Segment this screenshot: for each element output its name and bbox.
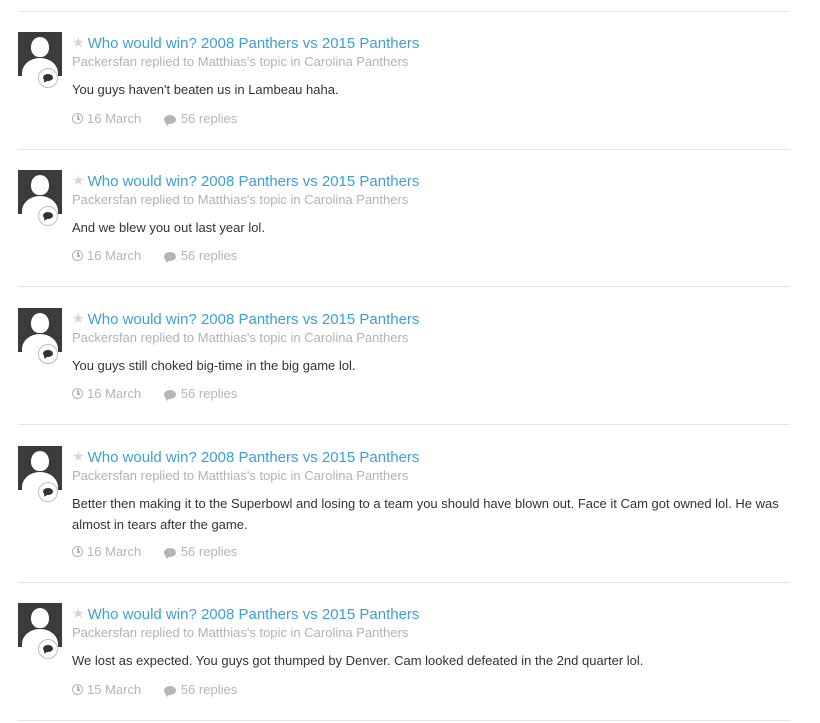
post-date: 15 March: [72, 682, 141, 697]
post-date: 16 March: [72, 544, 141, 559]
post-snippet: And we blew you out last year lol.: [72, 220, 265, 235]
entry-divider: [18, 424, 790, 425]
star-icon[interactable]: ★: [72, 310, 85, 326]
post-snippet: You guys still choked big-time in the bi…: [72, 358, 356, 373]
activity-item: ★ Who would win? 2008 Panthers vs 2015 Pa…: [18, 308, 790, 416]
reply-count[interactable]: 56 replies: [163, 111, 237, 126]
post-date: 16 March: [72, 111, 141, 126]
reply-count[interactable]: 56 replies: [163, 386, 237, 401]
activity-item: ★ Who would win? 2008 Panthers vs 2015 Pa…: [18, 32, 790, 140]
post-snippet: Better then making it to the Superbowl a…: [72, 496, 779, 532]
entry-divider: [18, 149, 790, 150]
comment-icon: [163, 548, 176, 559]
post-stats: 16 March 56 replies: [72, 248, 256, 263]
activity-meta: Packersfan replied to Matthias's topic i…: [72, 330, 409, 345]
comment-icon: [163, 252, 176, 263]
speech-bubble-icon: [38, 206, 58, 226]
activity-item: ★ Who would win? 2008 Panthers vs 2015 Pa…: [18, 603, 790, 711]
top-divider: [18, 11, 790, 12]
reply-count[interactable]: 56 replies: [163, 682, 237, 697]
clock-icon: [72, 113, 83, 124]
avatar[interactable]: [18, 170, 62, 214]
speech-bubble-icon: [38, 68, 58, 88]
clock-icon: [72, 388, 83, 399]
topic-title-link[interactable]: Who would win? 2008 Panthers vs 2015 Pan…: [88, 311, 420, 328]
entry-divider: [18, 582, 790, 583]
star-icon[interactable]: ★: [72, 34, 85, 50]
avatar[interactable]: [18, 446, 62, 490]
avatar[interactable]: [18, 32, 62, 76]
activity-item: ★ Who would win? 2008 Panthers vs 2015 Pa…: [18, 446, 790, 574]
post-stats: 15 March 56 replies: [72, 682, 256, 697]
speech-bubble-icon: [38, 639, 58, 659]
avatar[interactable]: [18, 308, 62, 352]
clock-icon: [72, 684, 83, 695]
post-stats: 16 March 56 replies: [72, 386, 256, 401]
post-date: 16 March: [72, 248, 141, 263]
avatar[interactable]: [18, 603, 62, 647]
post-snippet: You guys haven't beaten us in Lambeau ha…: [72, 82, 339, 97]
reply-count[interactable]: 56 replies: [163, 248, 237, 263]
topic-title-link[interactable]: Who would win? 2008 Panthers vs 2015 Pan…: [88, 449, 420, 466]
topic-title-link[interactable]: Who would win? 2008 Panthers vs 2015 Pan…: [88, 173, 420, 190]
clock-icon: [72, 546, 83, 557]
comment-icon: [163, 686, 176, 697]
reply-count[interactable]: 56 replies: [163, 544, 237, 559]
activity-meta: Packersfan replied to Matthias's topic i…: [72, 192, 409, 207]
comment-icon: [163, 390, 176, 401]
post-stats: 16 March 56 replies: [72, 544, 256, 559]
activity-meta: Packersfan replied to Matthias's topic i…: [72, 468, 409, 483]
post-stats: 16 March 56 replies: [72, 111, 256, 126]
activity-meta: Packersfan replied to Matthias's topic i…: [72, 54, 409, 69]
post-snippet: We lost as expected. You guys got thumpe…: [72, 653, 644, 668]
clock-icon: [72, 250, 83, 261]
activity-meta: Packersfan replied to Matthias's topic i…: [72, 625, 409, 640]
post-date: 16 March: [72, 386, 141, 401]
speech-bubble-icon: [38, 344, 58, 364]
activity-item: ★ Who would win? 2008 Panthers vs 2015 Pa…: [18, 170, 790, 278]
speech-bubble-icon: [38, 482, 58, 502]
topic-title-link[interactable]: Who would win? 2008 Panthers vs 2015 Pan…: [88, 606, 420, 623]
entry-divider: [18, 286, 790, 287]
entry-divider: [18, 720, 790, 721]
topic-title-link[interactable]: Who would win? 2008 Panthers vs 2015 Pan…: [88, 35, 420, 52]
star-icon[interactable]: ★: [72, 448, 85, 464]
comment-icon: [163, 115, 176, 126]
star-icon[interactable]: ★: [72, 605, 85, 621]
star-icon[interactable]: ★: [72, 172, 85, 188]
